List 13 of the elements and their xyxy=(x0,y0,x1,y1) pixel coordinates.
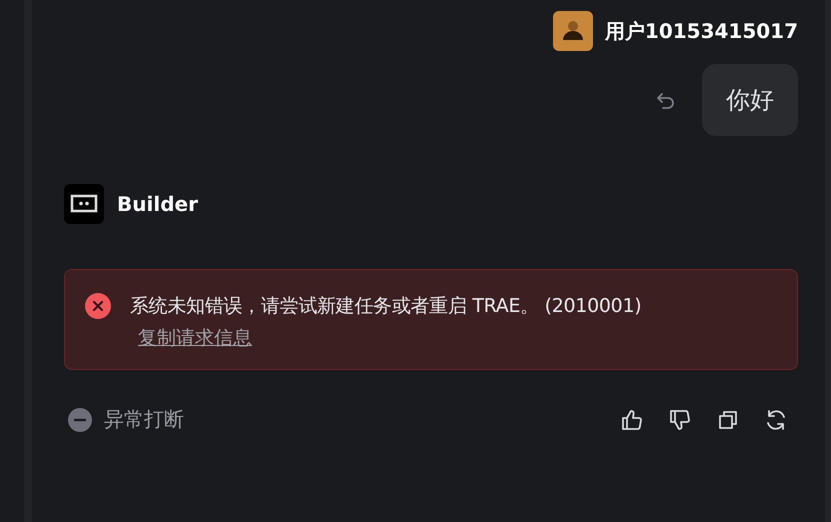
avatar-icon xyxy=(552,11,593,51)
stop-icon xyxy=(68,408,92,432)
thumbs-up-icon[interactable] xyxy=(620,408,644,432)
error-icon xyxy=(85,293,111,319)
status-text: 异常打断 xyxy=(104,406,184,433)
refresh-icon[interactable] xyxy=(764,408,788,432)
bot-icon xyxy=(64,184,104,224)
copy-request-link[interactable]: 复制请求信息 xyxy=(138,325,252,351)
assistant-name: Builder xyxy=(117,192,198,216)
user-name: 用户10153415017 xyxy=(604,18,798,44)
thumbs-down-icon[interactable] xyxy=(668,408,692,432)
message-bubble: 你好 xyxy=(702,64,798,136)
error-message: 系统未知错误，请尝试新建任务或者重启 TRAE。 (2010001) xyxy=(130,294,642,319)
